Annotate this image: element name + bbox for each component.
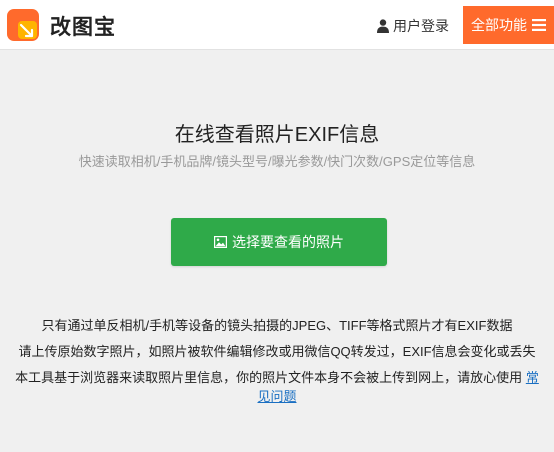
image-icon (214, 236, 227, 248)
user-icon (377, 19, 389, 33)
login-label: 用户登录 (393, 18, 449, 34)
user-login-link[interactable]: 用户登录 (377, 16, 449, 36)
note-original-photo: 请上传原始数字照片，如照片被软件编辑修改或用微信QQ转发过，EXIF信息会变化或… (18, 344, 536, 359)
menu-label: 全部功能 (471, 17, 527, 33)
page-subtitle: 快速读取相机/手机品牌/镜头型号/曝光参数/快门次数/GPS定位等信息 (78, 154, 476, 169)
page-title: 在线查看照片EXIF信息 (174, 124, 380, 146)
note-exif-formats: 只有通过单反相机/手机等设备的镜头拍摄的JPEG、TIFF等格式照片才有EXIF… (41, 318, 513, 333)
notes-section: 只有通过单反相机/手机等设备的镜头拍摄的JPEG、TIFF等格式照片才有EXIF… (10, 316, 544, 413)
note-privacy-text: 本工具基于浏览器来读取照片里信息，你的照片文件本身不会被上传到网上，请放心使用 (15, 370, 523, 385)
select-photo-button[interactable]: 选择要查看的照片 (171, 218, 387, 266)
select-photo-label: 选择要查看的照片 (232, 234, 344, 250)
top-navigation-bar: 改图宝 用户登录 全部功能 (0, 0, 554, 50)
all-features-menu-button[interactable]: 全部功能 (463, 6, 554, 44)
note-privacy: 本工具基于浏览器来读取照片里信息，你的照片文件本身不会被上传到网上，请放心使用 … (10, 368, 544, 406)
app-logo-icon[interactable] (7, 9, 39, 41)
app-logo-text[interactable]: 改图宝 (50, 11, 116, 41)
hamburger-icon (532, 19, 546, 31)
